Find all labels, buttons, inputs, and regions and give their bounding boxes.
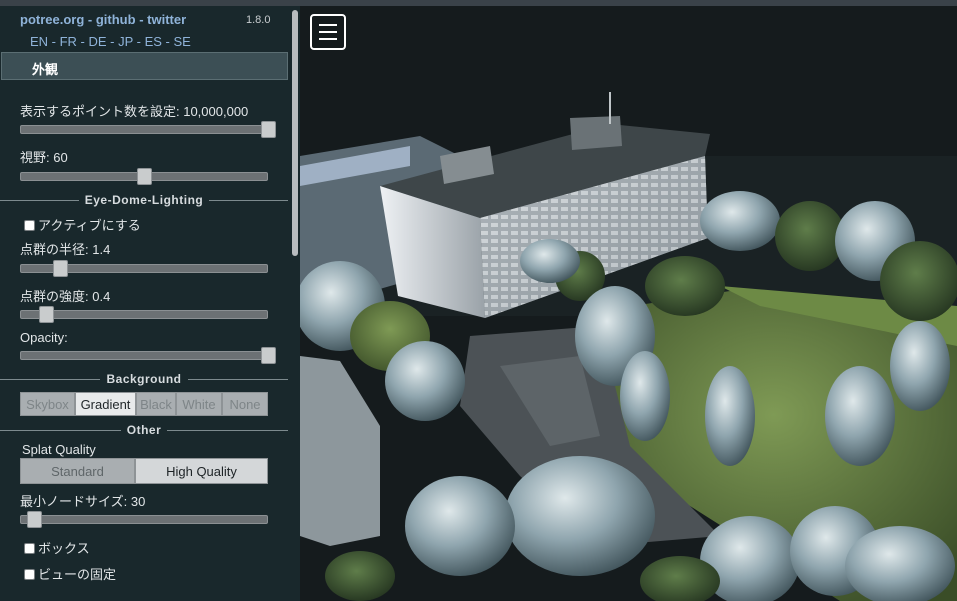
edl-divider: Eye-Dome-Lighting xyxy=(0,193,288,207)
box-label: ボックス xyxy=(38,541,90,556)
twitter-link[interactable]: twitter xyxy=(147,12,186,27)
background-button-group: Skybox Gradient Black White None xyxy=(20,392,268,416)
link-separator: - xyxy=(135,12,148,27)
edl-radius-label: 点群の半径: 1.4 xyxy=(20,242,111,257)
version-label: 1.8.0 xyxy=(246,14,271,26)
slider-handle[interactable] xyxy=(26,511,42,528)
edl-strength-slider[interactable] xyxy=(20,306,268,323)
splat-high-quality-button[interactable]: High Quality xyxy=(135,458,268,484)
fov-label: 視野: 60 xyxy=(20,150,68,165)
other-divider: Other xyxy=(0,423,288,437)
slider-handle[interactable] xyxy=(136,168,152,185)
point-cloud-viewport[interactable] xyxy=(300,6,957,601)
slider-handle[interactable] xyxy=(52,260,68,277)
background-white-button[interactable]: White xyxy=(176,392,222,416)
sidebar-scrollbar[interactable] xyxy=(290,6,300,601)
edl-enable-checkbox[interactable] xyxy=(24,220,35,231)
sidebar-panel: potree.org - github - twitter 1.8.0 EN -… xyxy=(0,6,300,601)
lock-view-checkbox[interactable] xyxy=(24,569,35,580)
lock-view-label: ビューの固定 xyxy=(38,567,117,582)
language-selector[interactable]: EN - FR - DE - JP - ES - SE xyxy=(30,34,191,49)
other-title: Other xyxy=(120,423,168,437)
lock-view-row[interactable]: ビューの固定 xyxy=(24,564,116,583)
point-budget-label: 表示するポイント数を設定: 10,000,000 xyxy=(20,104,249,119)
background-none-button[interactable]: None xyxy=(222,392,268,416)
box-row[interactable]: ボックス xyxy=(24,538,90,557)
point-cloud-render xyxy=(300,6,957,601)
potree-link[interactable]: potree.org xyxy=(20,12,84,27)
min-node-size-slider[interactable] xyxy=(20,511,268,528)
background-skybox-button[interactable]: Skybox xyxy=(20,392,75,416)
background-black-button[interactable]: Black xyxy=(136,392,176,416)
box-checkbox[interactable] xyxy=(24,543,35,554)
edl-radius-slider[interactable] xyxy=(20,260,268,277)
edl-strength-label: 点群の強度: 0.4 xyxy=(20,289,111,304)
splat-quality-button-group: Standard High Quality xyxy=(20,458,268,484)
background-title: Background xyxy=(100,372,188,386)
edl-title: Eye-Dome-Lighting xyxy=(78,193,210,207)
slider-handle[interactable] xyxy=(261,121,276,138)
link-separator: - xyxy=(84,12,96,27)
github-link[interactable]: github xyxy=(96,12,136,27)
point-budget-slider[interactable] xyxy=(20,121,276,138)
splat-quality-label: Splat Quality xyxy=(22,442,96,457)
background-divider: Background xyxy=(0,372,288,386)
slider-handle[interactable] xyxy=(261,347,276,364)
edl-enable-row[interactable]: アクティブにする xyxy=(24,215,141,234)
min-node-size-label: 最小ノードサイズ: 30 xyxy=(20,494,146,509)
fov-slider[interactable] xyxy=(20,168,268,185)
edl-opacity-slider[interactable] xyxy=(20,347,276,364)
edl-enable-label: アクティブにする xyxy=(38,218,141,233)
splat-standard-button[interactable]: Standard xyxy=(20,458,135,484)
section-title: 外観 xyxy=(32,62,59,77)
hamburger-menu-icon[interactable] xyxy=(310,14,346,50)
background-gradient-button[interactable]: Gradient xyxy=(75,392,136,416)
appearance-section-header[interactable]: 外観 xyxy=(1,52,288,80)
header-links: potree.org - github - twitter xyxy=(20,12,186,27)
scrollbar-thumb[interactable] xyxy=(292,10,298,256)
edl-opacity-label: Opacity: xyxy=(20,330,68,345)
slider-handle[interactable] xyxy=(38,306,54,323)
